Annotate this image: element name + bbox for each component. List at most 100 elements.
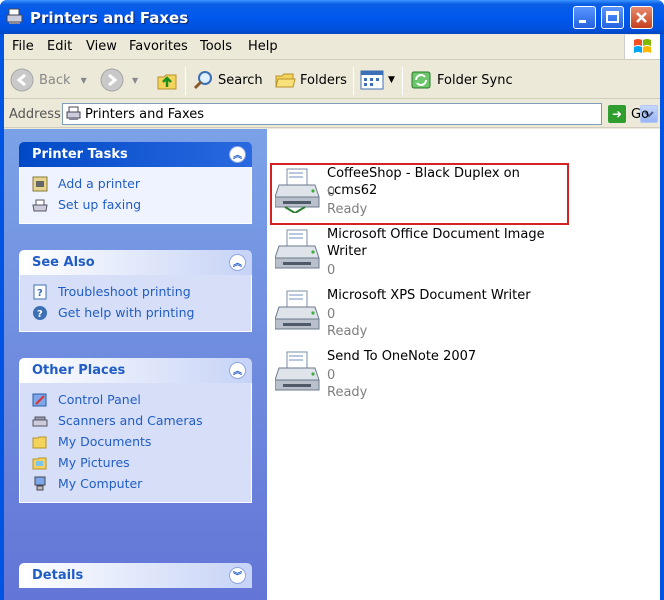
views-dropdown-icon: ▼: [388, 75, 395, 85]
printer-item[interactable]: Microsoft Office Document Image Writer 0: [273, 222, 573, 282]
panel-title: See Also: [32, 255, 95, 270]
forward-arrow-icon: [100, 68, 124, 92]
printer-docs: 0: [327, 307, 336, 322]
highlight-box: [270, 163, 569, 225]
minimize-icon: [579, 20, 586, 23]
troubleshoot-printing-link[interactable]: ? Troubleshoot printing: [32, 281, 251, 302]
printer-status: Ready: [327, 385, 368, 400]
add-printer-link[interactable]: Add a printer: [32, 173, 251, 194]
folder-sync-button[interactable]: Folder Sync: [410, 69, 513, 91]
svg-text:?: ?: [37, 288, 43, 299]
go-arrow-icon: ➜: [608, 105, 626, 123]
link-label: Control Panel: [58, 392, 141, 407]
link-label: Set up faxing: [58, 197, 142, 212]
address-input[interactable]: Printers and Faxes: [62, 103, 658, 125]
menu-favorites[interactable]: Favorites: [129, 39, 188, 54]
menu-view[interactable]: View: [86, 39, 117, 54]
menu-tools[interactable]: Tools: [200, 39, 232, 54]
printer-icon: [275, 350, 321, 396]
other-places-header[interactable]: Other Places ︽: [19, 358, 252, 383]
printers-folder-icon: [6, 8, 23, 24]
control-panel-link[interactable]: Control Panel: [32, 389, 251, 410]
printer-tasks-header[interactable]: Printer Tasks ︽: [19, 142, 252, 167]
folders-label: Folders: [300, 72, 347, 88]
toolbar-separator: [185, 67, 186, 95]
get-help-printing-link[interactable]: ? Get help with printing: [32, 302, 251, 323]
printer-tasks-body: Add a printer Set up faxing: [19, 167, 252, 224]
details-panel: Details ︾: [19, 563, 252, 588]
printer-name: Microsoft XPS Document Writer: [327, 288, 531, 303]
folders-icon: [275, 73, 296, 88]
see-also-body: ? Troubleshoot printing ? Get help with …: [19, 275, 252, 332]
toolbar: Back ▼ ▼ Search Folders ▼ Folder Sync: [4, 61, 660, 99]
my-pictures-link[interactable]: My Pictures: [32, 452, 251, 473]
task-pane: Printer Tasks ︽ Add a printer Set up fax…: [4, 129, 267, 600]
control-panel-icon: [32, 393, 47, 406]
toolbar-separator: [353, 67, 354, 95]
printer-docs: 0: [327, 263, 336, 278]
maximize-button[interactable]: [601, 6, 624, 29]
client-area: File Edit View Favorites Tools Help Back…: [4, 34, 660, 600]
forward-dropdown-icon[interactable]: ▼: [132, 76, 138, 85]
other-places-panel: Other Places ︽ Control Panel Scanners an…: [19, 358, 252, 503]
other-places-body: Control Panel Scanners and Cameras My Do…: [19, 383, 252, 503]
link-label: Get help with printing: [58, 305, 195, 320]
printer-item[interactable]: Microsoft XPS Document Writer 0 Ready: [273, 283, 573, 341]
close-icon: [636, 12, 647, 23]
printer-name: Microsoft Office Document Image Writer: [327, 227, 545, 259]
folders-button[interactable]: Folders: [274, 69, 347, 91]
scanners-cameras-link[interactable]: Scanners and Cameras: [32, 410, 251, 431]
search-label: Search: [218, 72, 263, 88]
menu-help[interactable]: Help: [248, 39, 278, 54]
back-dropdown-icon[interactable]: ▼: [81, 76, 87, 85]
address-value: Printers and Faxes: [85, 107, 205, 122]
link-label: My Computer: [58, 476, 143, 491]
window: Printers and Faxes File Edit View Favori…: [0, 0, 664, 600]
expand-icon[interactable]: ︾: [229, 567, 246, 584]
printer-docs: 0: [327, 368, 336, 383]
panel-title: Other Places: [32, 363, 126, 378]
printer-item[interactable]: Send To OneNote 2007 0 Ready: [273, 344, 573, 402]
close-button[interactable]: [630, 6, 653, 29]
panel-title: Details: [32, 568, 84, 583]
minimize-button[interactable]: [573, 6, 596, 29]
back-arrow-icon: [10, 68, 34, 92]
collapse-icon[interactable]: ︽: [229, 362, 246, 379]
printer-status: Ready: [327, 324, 368, 339]
link-label: Troubleshoot printing: [58, 284, 191, 299]
pictures-folder-icon: [32, 457, 47, 469]
address-bar: Address Printers and Faxes ➜ Go: [4, 100, 660, 128]
go-button[interactable]: ➜ Go: [608, 104, 649, 124]
views-button[interactable]: ▼: [360, 69, 395, 91]
title-bar[interactable]: Printers and Faxes: [0, 0, 664, 34]
collapse-icon[interactable]: ︽: [229, 146, 246, 163]
add-printer-icon: [32, 176, 48, 191]
up-folder-button[interactable]: [156, 69, 178, 91]
see-also-header[interactable]: See Also ︽: [19, 250, 252, 275]
up-folder-icon: [157, 74, 177, 90]
printer-icon: [275, 289, 321, 335]
go-label: Go: [631, 106, 650, 122]
search-icon: [193, 71, 212, 90]
menu-edit[interactable]: Edit: [47, 39, 72, 54]
printer-name: Send To OneNote 2007: [327, 349, 477, 364]
my-computer-link[interactable]: My Computer: [32, 473, 251, 494]
forward-button[interactable]: ▼: [100, 68, 138, 92]
collapse-icon[interactable]: ︽: [229, 254, 246, 271]
toolbar-separator: [402, 67, 403, 95]
link-label: Scanners and Cameras: [58, 413, 203, 428]
printers-folder-icon: [66, 106, 81, 120]
help-document-icon: ?: [33, 284, 47, 299]
set-up-faxing-link[interactable]: Set up faxing: [32, 194, 251, 215]
details-header[interactable]: Details ︾: [19, 563, 252, 588]
search-button[interactable]: Search: [192, 69, 263, 91]
my-documents-link[interactable]: My Documents: [32, 431, 251, 452]
menu-file[interactable]: File: [12, 39, 34, 54]
fax-icon: [32, 199, 48, 211]
link-label: Add a printer: [58, 176, 141, 191]
link-label: My Pictures: [58, 455, 130, 470]
address-label: Address: [9, 107, 61, 122]
back-button[interactable]: Back ▼: [10, 68, 87, 92]
svg-text:?: ?: [37, 309, 43, 320]
see-also-panel: See Also ︽ ? Troubleshoot printing ? Get…: [19, 250, 252, 332]
